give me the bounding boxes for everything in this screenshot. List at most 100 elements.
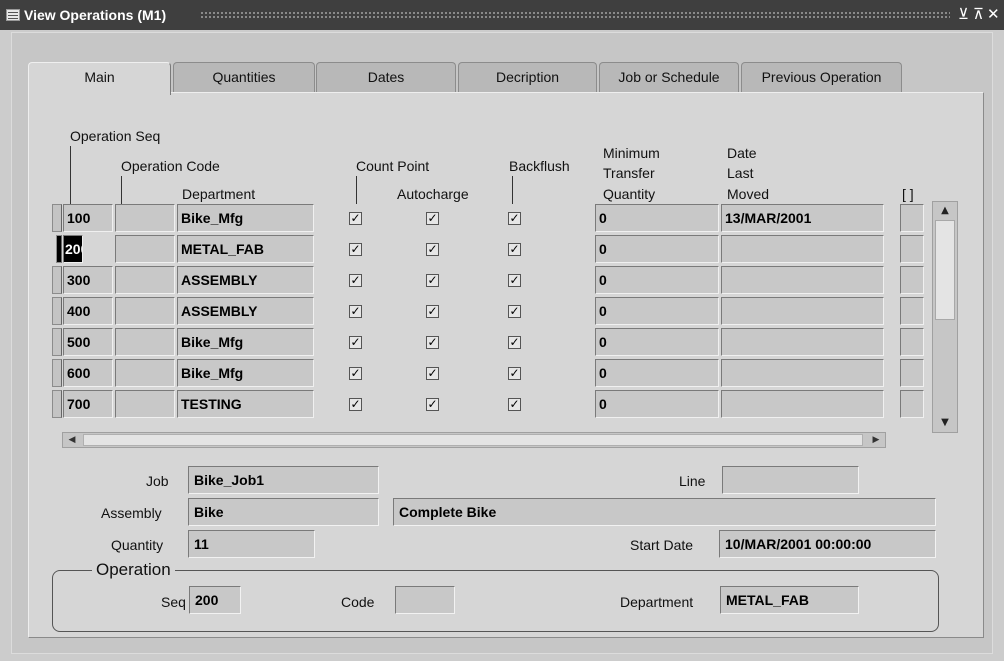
autocharge-checkbox[interactable]: ✓ (426, 212, 439, 225)
tab-job-or-schedule[interactable]: Job or Schedule (599, 62, 739, 92)
date-last-moved-cell[interactable] (721, 266, 884, 294)
vertical-scrollbar[interactable]: ▲ ▼ (932, 201, 958, 433)
department-cell[interactable]: METAL_FAB (177, 235, 314, 263)
backflush-checkbox[interactable]: ✓ (508, 274, 521, 287)
date-last-moved-cell[interactable] (721, 235, 884, 263)
min-transfer-qty-cell[interactable]: 0 (595, 359, 719, 387)
count-point-checkbox[interactable]: ✓ (349, 274, 362, 287)
row-selector[interactable] (52, 390, 62, 418)
date-last-moved-cell[interactable] (721, 297, 884, 325)
department-cell[interactable]: TESTING (177, 390, 314, 418)
backflush-checkbox[interactable]: ✓ (508, 398, 521, 411)
tab-description[interactable]: Decription (458, 62, 597, 92)
scroll-down-icon[interactable]: ▼ (936, 415, 954, 431)
scroll-right-icon[interactable]: ▶ (868, 433, 884, 447)
dff-cell[interactable] (900, 266, 924, 294)
op-code-field[interactable] (395, 586, 455, 614)
row-selector[interactable] (52, 266, 62, 294)
count-point-checkbox[interactable]: ✓ (349, 305, 362, 318)
horizontal-scrollbar[interactable]: ◀ ▶ (62, 432, 886, 448)
operation-code-cell[interactable] (115, 297, 175, 325)
department-cell[interactable]: Bike_Mfg (177, 359, 314, 387)
job-field[interactable]: Bike_Job1 (188, 466, 379, 494)
date-last-moved-cell[interactable]: 13/MAR/2001 (721, 204, 884, 232)
date-last-moved-cell[interactable] (721, 328, 884, 356)
count-point-checkbox[interactable]: ✓ (349, 336, 362, 349)
op-department-field[interactable]: METAL_FAB (720, 586, 859, 614)
assembly-label: Assembly (101, 505, 162, 521)
tab-dates[interactable]: Dates (316, 62, 456, 92)
dff-cell[interactable] (900, 204, 924, 232)
backflush-checkbox[interactable]: ✓ (508, 367, 521, 380)
assembly-description-field[interactable]: Complete Bike (393, 498, 936, 526)
tab-main[interactable]: Main (28, 62, 171, 95)
backflush-checkbox[interactable]: ✓ (508, 243, 521, 256)
operation-seq-cell[interactable]: 600 (63, 359, 113, 387)
operation-code-cell[interactable] (115, 204, 175, 232)
operation-code-cell[interactable] (115, 359, 175, 387)
department-cell[interactable]: Bike_Mfg (177, 328, 314, 356)
header-backflush: Backflush (509, 158, 570, 174)
tab-quantities[interactable]: Quantities (173, 62, 315, 92)
dff-cell[interactable] (900, 328, 924, 356)
autocharge-checkbox[interactable]: ✓ (426, 398, 439, 411)
count-point-checkbox[interactable]: ✓ (349, 212, 362, 225)
title-bar[interactable]: View Operations (M1) ⊻ ⊼ ✕ (0, 0, 1004, 30)
row-selector[interactable] (52, 204, 62, 232)
autocharge-checkbox[interactable]: ✓ (426, 336, 439, 349)
count-point-checkbox[interactable]: ✓ (349, 367, 362, 380)
department-cell[interactable]: ASSEMBLY (177, 297, 314, 325)
dff-cell[interactable] (900, 390, 924, 418)
row-selector[interactable] (56, 235, 62, 263)
dff-cell[interactable] (900, 297, 924, 325)
autocharge-checkbox[interactable]: ✓ (426, 274, 439, 287)
backflush-checkbox[interactable]: ✓ (508, 336, 521, 349)
backflush-checkbox[interactable]: ✓ (508, 212, 521, 225)
operation-code-cell[interactable] (115, 390, 175, 418)
horizontal-scroll-thumb[interactable] (83, 434, 863, 446)
operation-seq-cell[interactable]: 400 (63, 297, 113, 325)
count-point-checkbox[interactable]: ✓ (349, 243, 362, 256)
minimize-icon[interactable]: ⊻ (958, 6, 969, 22)
date-last-moved-cell[interactable] (721, 359, 884, 387)
line-field[interactable] (722, 466, 859, 494)
dff-cell[interactable] (900, 359, 924, 387)
operation-seq-cell[interactable]: 300 (63, 266, 113, 294)
min-transfer-qty-cell[interactable]: 0 (595, 204, 719, 232)
operation-seq-cell[interactable]: 100 (63, 204, 113, 232)
row-selector[interactable] (52, 297, 62, 325)
operation-seq-cell[interactable]: 200 (63, 235, 83, 263)
scroll-up-icon[interactable]: ▲ (936, 203, 954, 219)
count-point-checkbox[interactable]: ✓ (349, 398, 362, 411)
min-transfer-qty-cell[interactable]: 0 (595, 266, 719, 294)
header-operation-seq: Operation Seq (70, 128, 161, 144)
op-seq-field[interactable]: 200 (189, 586, 241, 614)
operation-seq-cell[interactable]: 500 (63, 328, 113, 356)
autocharge-checkbox[interactable]: ✓ (426, 243, 439, 256)
department-cell[interactable]: ASSEMBLY (177, 266, 314, 294)
operation-code-cell[interactable] (115, 266, 175, 294)
assembly-field[interactable]: Bike (188, 498, 379, 526)
start-date-field[interactable]: 10/MAR/2001 00:00:00 (719, 530, 936, 558)
min-transfer-qty-cell[interactable]: 0 (595, 235, 719, 263)
row-selector[interactable] (52, 328, 62, 356)
vertical-scroll-thumb[interactable] (935, 220, 955, 320)
backflush-checkbox[interactable]: ✓ (508, 305, 521, 318)
min-transfer-qty-cell[interactable]: 0 (595, 328, 719, 356)
scroll-left-icon[interactable]: ◀ (64, 433, 80, 447)
close-icon[interactable]: ✕ (987, 6, 1000, 22)
min-transfer-qty-cell[interactable]: 0 (595, 297, 719, 325)
operation-seq-cell[interactable]: 700 (63, 390, 113, 418)
row-selector[interactable] (52, 359, 62, 387)
date-last-moved-cell[interactable] (721, 390, 884, 418)
autocharge-checkbox[interactable]: ✓ (426, 305, 439, 318)
department-cell[interactable]: Bike_Mfg (177, 204, 314, 232)
operation-code-cell[interactable] (115, 328, 175, 356)
quantity-field[interactable]: 11 (188, 530, 315, 558)
min-transfer-qty-cell[interactable]: 0 (595, 390, 719, 418)
tab-previous-operation[interactable]: Previous Operation (741, 62, 902, 92)
operation-code-cell[interactable] (115, 235, 175, 263)
autocharge-checkbox[interactable]: ✓ (426, 367, 439, 380)
dff-cell[interactable] (900, 235, 924, 263)
maximize-icon[interactable]: ⊼ (973, 6, 984, 22)
